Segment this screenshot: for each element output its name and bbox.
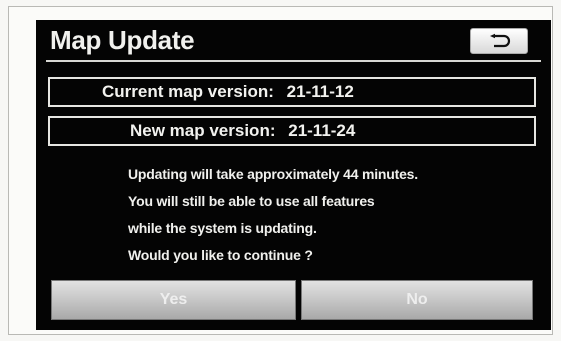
navigation-screen: Map Update Current map version: 21-11-12…: [36, 20, 551, 330]
current-map-version-label: Current map version:: [102, 82, 274, 101]
message-line: while the system is updating.: [128, 220, 317, 236]
current-map-version-value: 21-11-12: [286, 82, 354, 101]
back-button[interactable]: [470, 28, 528, 54]
message-line: You will still be able to use all featur…: [128, 193, 375, 209]
return-arrow-icon: [487, 33, 511, 49]
message-line: Would you like to continue ?: [128, 247, 313, 263]
new-map-version: New map version: 21-11-24: [48, 116, 536, 146]
message-line: Updating will take approximately 44 minu…: [128, 166, 418, 182]
current-map-version: Current map version: 21-11-12: [48, 77, 536, 107]
no-button[interactable]: No: [301, 280, 533, 320]
title-divider: [46, 60, 541, 62]
new-map-version-value: 21-11-24: [288, 121, 356, 140]
new-map-version-label: New map version:: [130, 121, 276, 140]
page-title: Map Update: [50, 25, 195, 55]
yes-button[interactable]: Yes: [51, 280, 296, 320]
update-message: Updating will take approximately 44 minu…: [128, 164, 528, 272]
